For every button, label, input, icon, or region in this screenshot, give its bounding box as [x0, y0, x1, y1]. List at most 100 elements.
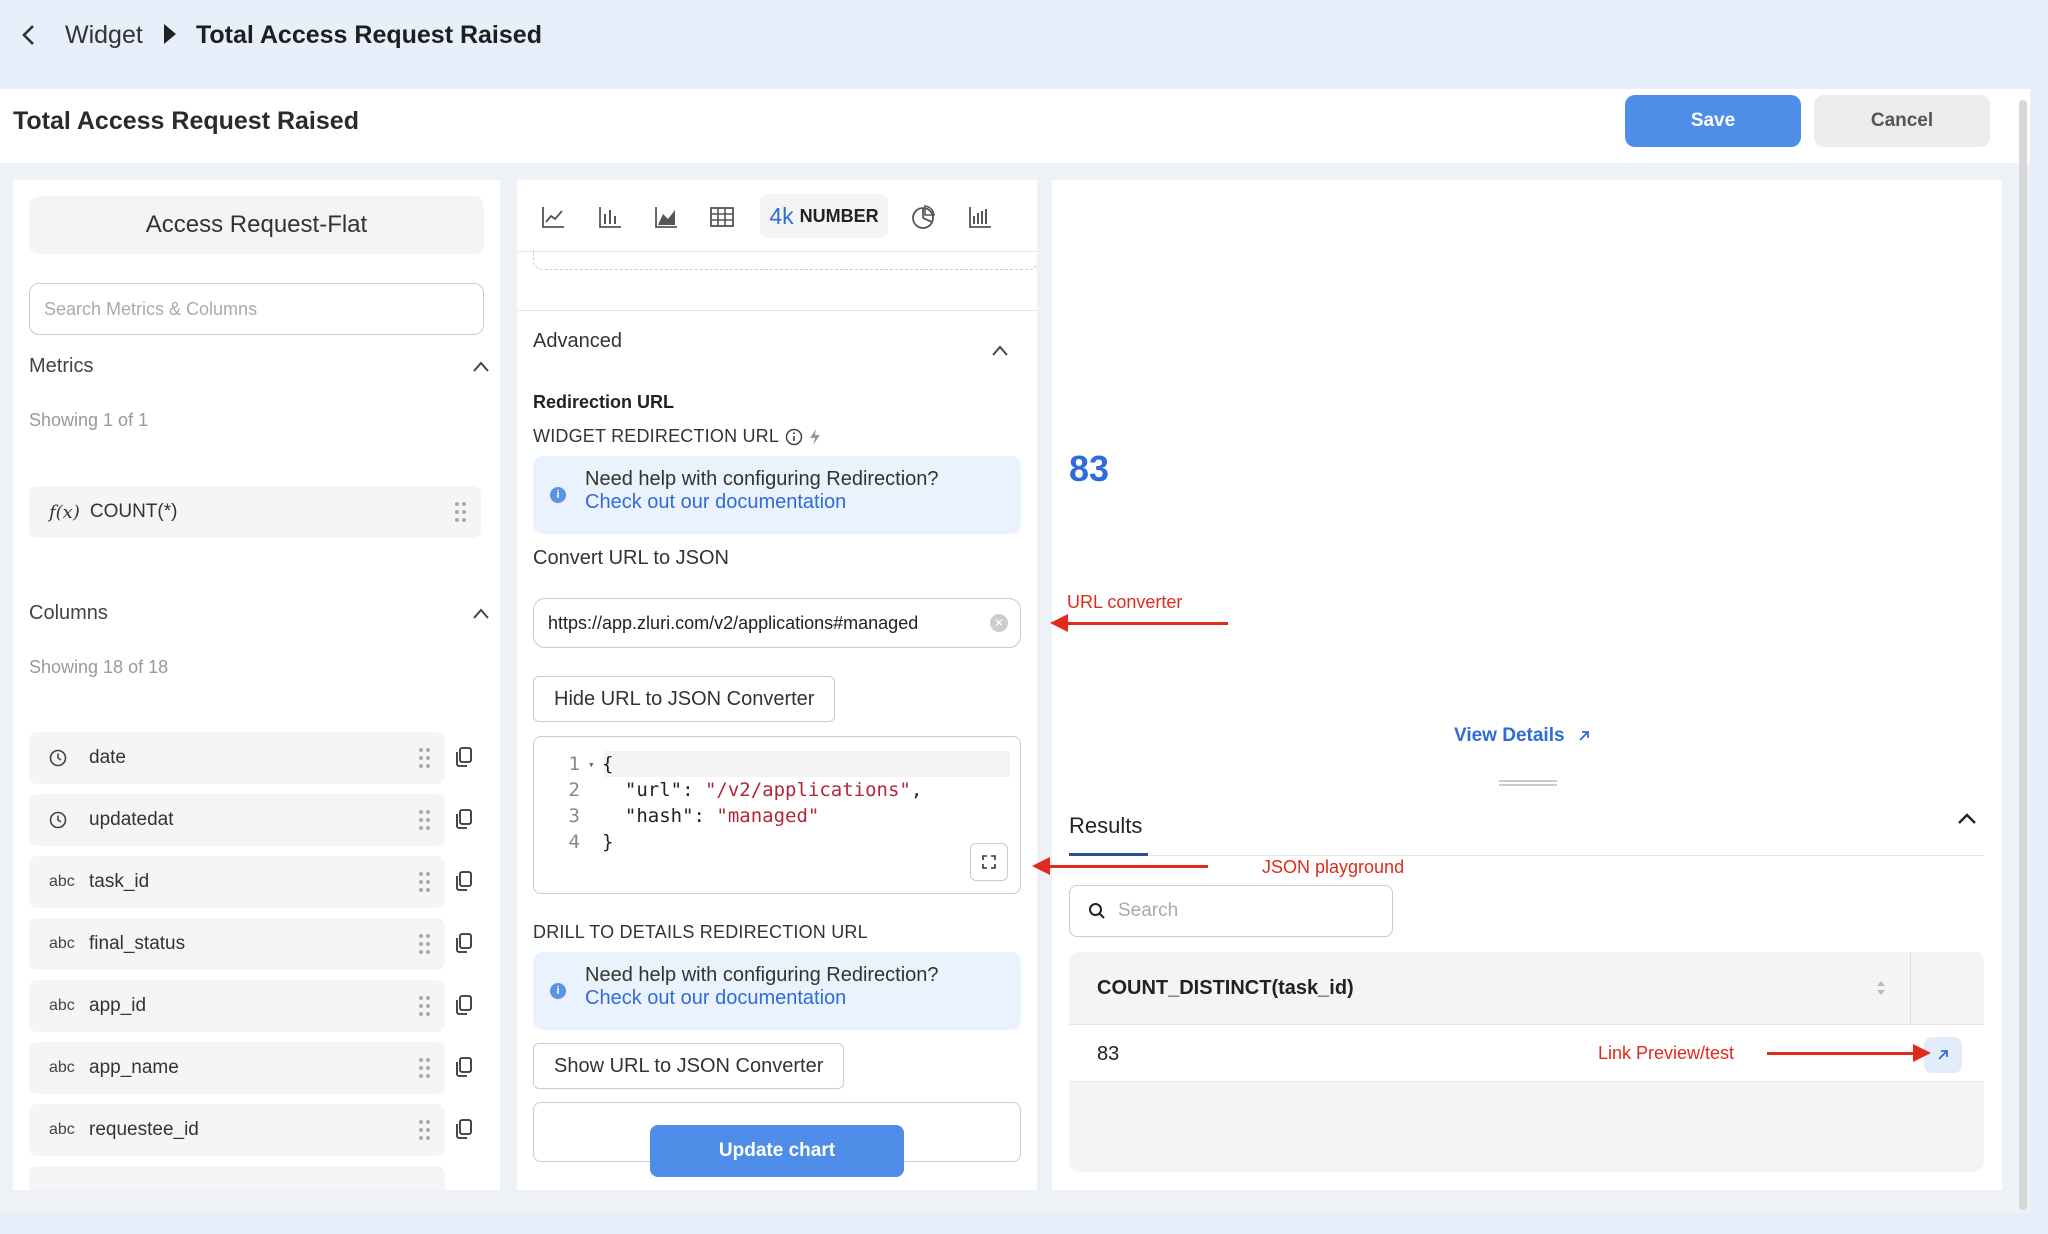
results-tab[interactable]: Results	[1069, 813, 1142, 839]
search-metrics-input[interactable]: Search Metrics & Columns	[29, 283, 484, 335]
number-value: 83	[1069, 448, 1110, 489]
drag-handle-icon[interactable]	[419, 748, 431, 768]
type-label-abc: abc	[49, 997, 75, 1014]
fullscreen-toggle-icon[interactable]	[970, 843, 1008, 881]
column-item[interactable]: abc app_id	[29, 980, 445, 1032]
type-label-abc: abc	[49, 1121, 75, 1138]
redirection-url-label: Redirection URL	[533, 392, 675, 412]
tab-number[interactable]: 4k NUMBER	[760, 194, 888, 238]
external-link-icon	[1938, 1050, 1948, 1060]
metric-item-count[interactable]: f(x) COUNT(*)	[29, 486, 481, 538]
json-punct: ,	[910, 779, 923, 801]
stacked-bar-chart-icon[interactable]	[967, 204, 993, 230]
drag-handle-icon[interactable]	[419, 1120, 431, 1140]
fold-caret-icon[interactable]: ▾	[588, 758, 602, 771]
documentation-link[interactable]: Check out our documentation	[585, 491, 1007, 514]
json-line: 4 }	[534, 829, 614, 855]
annotation-arrow	[1050, 614, 1228, 632]
results-collapse-chevron-up-icon[interactable]	[1956, 808, 1978, 830]
update-chart-button[interactable]: Update chart	[650, 1125, 904, 1177]
line-number: 2	[568, 779, 580, 801]
line-chart-icon[interactable]	[540, 204, 566, 230]
back-arrow-icon[interactable]	[12, 18, 46, 52]
clock-icon	[49, 749, 89, 767]
lightning-icon	[810, 428, 821, 445]
metrics-collapse-chevron-up-icon[interactable]	[472, 358, 490, 376]
advanced-section-title[interactable]: Advanced	[533, 330, 622, 353]
drag-handle-icon[interactable]	[419, 934, 431, 954]
annotation-arrow	[1032, 857, 1208, 875]
page-scrollbar[interactable]	[2019, 100, 2027, 1210]
function-icon: f(x)	[49, 501, 80, 523]
dataset-name[interactable]: Access Request-Flat	[29, 196, 484, 254]
copy-icon[interactable]	[454, 870, 474, 892]
column-name: app_id	[89, 995, 147, 1016]
save-button[interactable]: Save	[1625, 95, 1801, 147]
json-text: }	[602, 831, 614, 853]
drag-handle-icon[interactable]	[419, 872, 431, 892]
divider	[1069, 855, 1984, 856]
hide-converter-button[interactable]: Hide URL to JSON Converter	[533, 676, 836, 722]
column-item[interactable]	[29, 1166, 445, 1190]
copy-icon[interactable]	[454, 808, 474, 830]
drag-handle-icon[interactable]	[455, 502, 467, 522]
column-item[interactable]: abc requestee_id	[29, 1104, 445, 1156]
cancel-button[interactable]: Cancel	[1814, 95, 1990, 147]
annotation-json-playground: JSON playground	[1262, 857, 1405, 877]
area-chart-icon[interactable]	[653, 204, 679, 230]
breadcrumb-separator-icon	[164, 24, 176, 44]
help-text: Need help with configuring Redirection?	[585, 468, 939, 490]
search-icon	[1089, 903, 1105, 919]
drill-redirection-url-label: DRILL TO DETAILS REDIRECTION URL	[533, 922, 868, 942]
metric-label: COUNT(*)	[89, 501, 178, 522]
clear-input-icon[interactable]: ✕	[990, 614, 1008, 632]
copy-icon[interactable]	[454, 994, 474, 1016]
sort-icon[interactable]	[1876, 980, 1886, 996]
bar-chart-icon[interactable]	[597, 204, 623, 230]
drag-handle-icon[interactable]	[419, 1058, 431, 1078]
copy-icon[interactable]	[454, 1118, 474, 1140]
drag-handle-icon[interactable]	[419, 996, 431, 1016]
breadcrumb-parent[interactable]: Widget	[65, 18, 143, 52]
json-line: 3 "hash": "managed"	[534, 803, 820, 829]
dropzone-remnant	[533, 250, 1037, 270]
table-cell: 83	[1097, 1042, 1120, 1065]
config-panel: 4k NUMBER Advanced Redirection URL WIDGE…	[517, 180, 1037, 1190]
column-item[interactable]: date	[29, 732, 445, 784]
columns-collapse-chevron-up-icon[interactable]	[472, 605, 490, 623]
json-line: 1 ▾ {	[534, 751, 614, 777]
copy-icon[interactable]	[454, 932, 474, 954]
column-item[interactable]: abc app_name	[29, 1042, 445, 1094]
json-playground-editor[interactable]: 1 ▾ { 2 "url": "/v2/applications" , 3 "h…	[533, 736, 1021, 894]
table-header[interactable]: COUNT_DISTINCT(task_id)	[1069, 952, 1910, 1024]
advanced-collapse-chevron-up-icon[interactable]	[991, 342, 1009, 360]
json-string: "managed"	[716, 805, 820, 827]
copy-icon[interactable]	[454, 746, 474, 768]
copy-icon[interactable]	[454, 1056, 474, 1078]
drag-handle-icon[interactable]	[419, 810, 431, 830]
metrics-showing-count: Showing 1 of 1	[29, 410, 149, 430]
column-name: task_id	[89, 871, 150, 892]
divider	[517, 310, 1037, 311]
show-converter-button[interactable]: Show URL to JSON Converter	[533, 1043, 845, 1089]
pie-chart-icon[interactable]	[910, 204, 936, 230]
resize-handle[interactable]	[1499, 780, 1557, 786]
url-to-convert-input[interactable]: https://app.zluri.com/v2/applications#ma…	[533, 598, 1021, 648]
widget-title: Total Access Request Raised	[13, 107, 359, 135]
table-icon[interactable]	[709, 204, 735, 230]
column-item[interactable]: updatedat	[29, 794, 445, 846]
metrics-title: Metrics	[29, 355, 94, 377]
info-dot-icon: i	[550, 487, 566, 503]
column-item[interactable]: abc final_status	[29, 918, 445, 970]
line-number: 4	[568, 831, 580, 853]
results-search-placeholder: Search	[1118, 900, 1179, 921]
results-search-input[interactable]: Search	[1069, 885, 1393, 937]
info-icon[interactable]	[785, 428, 803, 446]
widget-redirection-url-label: WIDGET REDIRECTION URL	[533, 426, 821, 447]
view-details-link[interactable]: View Details	[1454, 725, 1591, 747]
json-line: 2 "url": "/v2/applications" ,	[534, 777, 923, 803]
documentation-link[interactable]: Check out our documentation	[585, 987, 1007, 1010]
help-text: Need help with configuring Redirection?	[585, 964, 939, 986]
number-tab-label: NUMBER	[799, 205, 879, 226]
column-item[interactable]: abc task_id	[29, 856, 445, 908]
